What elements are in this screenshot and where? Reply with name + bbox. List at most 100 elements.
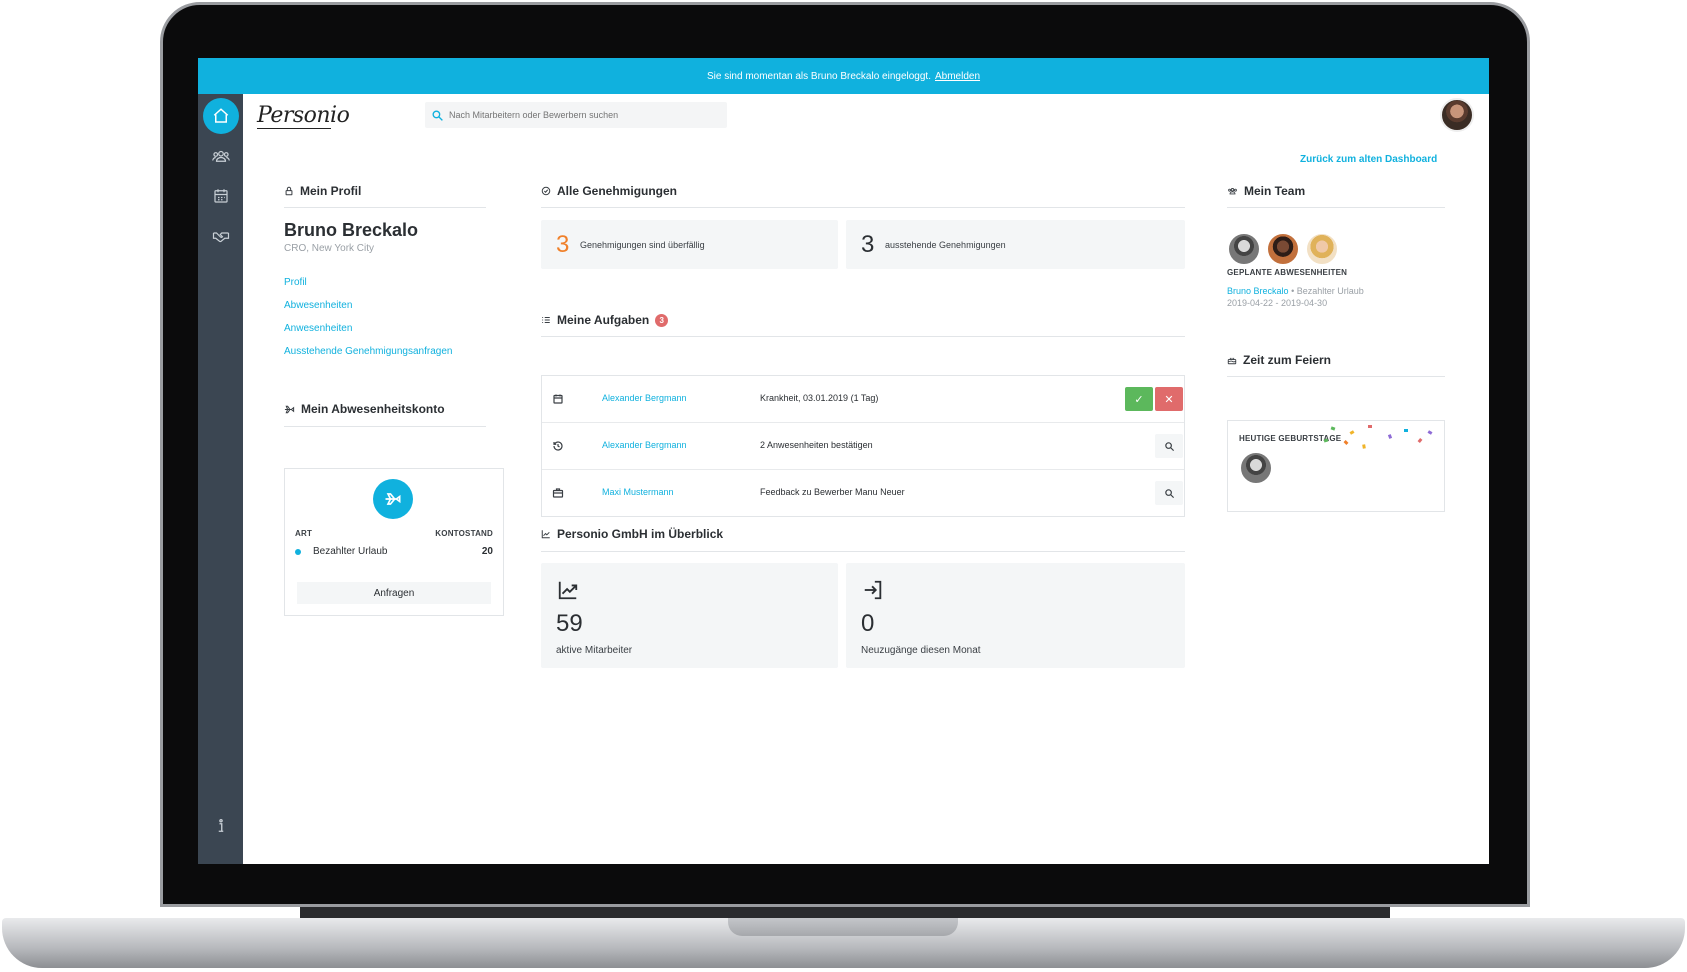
pending-count: 3 bbox=[861, 231, 875, 258]
birthday-person-avatar[interactable] bbox=[1239, 451, 1273, 485]
absence-type-dot bbox=[295, 549, 301, 555]
confetti bbox=[1387, 434, 1393, 439]
back-to-old-dashboard-link[interactable]: Zurück zum alten Dashboard bbox=[1300, 154, 1437, 165]
overdue-count: 3 bbox=[556, 231, 570, 258]
side-navigation bbox=[198, 94, 243, 864]
column-balance: KONTOSTAND bbox=[435, 529, 493, 538]
calendar-icon bbox=[553, 394, 563, 404]
task-person-link[interactable]: Alexander Bergmann bbox=[602, 440, 687, 450]
divider bbox=[1227, 376, 1445, 377]
profile-name: Bruno Breckalo bbox=[284, 220, 419, 240]
profile-link[interactable]: Profil bbox=[284, 277, 307, 288]
divider bbox=[541, 551, 1185, 552]
search-icon bbox=[1164, 488, 1174, 498]
team-member-avatar[interactable] bbox=[1305, 232, 1339, 266]
plane-icon bbox=[385, 493, 401, 505]
confetti bbox=[1343, 440, 1349, 445]
search-bar[interactable] bbox=[425, 102, 727, 128]
overview-title: Personio GmbH im Überblick bbox=[557, 527, 724, 541]
check-icon: ✓ bbox=[1134, 393, 1144, 406]
absence-type-label: Bezahlter Urlaub bbox=[313, 546, 388, 557]
topbar: Personio bbox=[243, 94, 1489, 140]
divider bbox=[541, 207, 1185, 208]
column-type: ART bbox=[295, 529, 313, 538]
absence-dates: 2019-04-22 - 2019-04-30 bbox=[1227, 298, 1328, 308]
active-employees-count: 59 bbox=[556, 610, 583, 637]
tasks-section-title: Meine Aufgaben 3 bbox=[541, 313, 669, 327]
absence-person-link[interactable]: Bruno Breckalo bbox=[1227, 286, 1289, 296]
user-avatar[interactable] bbox=[1440, 98, 1474, 132]
approve-button[interactable]: ✓ bbox=[1125, 387, 1153, 411]
info-icon bbox=[218, 818, 224, 832]
task-row[interactable]: Alexander Bergmann Krankheit, 03.01.2019… bbox=[542, 376, 1184, 423]
banner-text: Sie sind momentan als Bruno Breckalo ein… bbox=[706, 70, 931, 82]
team-icon bbox=[1228, 188, 1237, 195]
divider bbox=[284, 207, 486, 208]
active-employees-card[interactable]: 59 aktive Mitarbeiter bbox=[541, 563, 838, 668]
nav-info[interactable] bbox=[203, 808, 239, 844]
attendances-link[interactable]: Anwesenheiten bbox=[284, 323, 352, 334]
personio-logo[interactable]: Personio bbox=[257, 103, 350, 128]
calendar-icon bbox=[214, 189, 228, 203]
pending-label: ausstehende Genehmigungen bbox=[885, 240, 1006, 250]
task-person-link[interactable]: Maxi Mustermann bbox=[602, 487, 674, 497]
new-hires-label: Neuzugänge diesen Monat bbox=[861, 645, 981, 656]
profile-role: CRO, New York City bbox=[284, 243, 375, 254]
absence-account-card: ART KONTOSTAND Bezahlter Urlaub 20 Anfra… bbox=[284, 468, 504, 616]
tasks-list: Alexander Bergmann Krankheit, 03.01.2019… bbox=[541, 375, 1185, 517]
profile-section-title: Mein Profil bbox=[284, 184, 361, 198]
nav-recruiting[interactable] bbox=[203, 218, 239, 254]
profile-title: Mein Profil bbox=[300, 184, 362, 198]
planned-absences-heading: GEPLANTE ABWESENHEITEN bbox=[1227, 268, 1348, 277]
pending-approvals-card[interactable]: 3 ausstehende Genehmigungen bbox=[846, 220, 1185, 269]
confetti bbox=[1368, 425, 1372, 428]
view-task-button[interactable] bbox=[1155, 481, 1183, 505]
confetti bbox=[1427, 430, 1433, 435]
vacation-badge bbox=[373, 479, 413, 519]
nav-calendar[interactable] bbox=[203, 178, 239, 214]
overview-section-title: Personio GmbH im Überblick bbox=[541, 527, 723, 541]
laptop-notch bbox=[728, 918, 958, 936]
pending-requests-link[interactable]: Ausstehende Genehmigungsanfragen bbox=[284, 346, 452, 357]
check-circle-icon bbox=[541, 186, 551, 196]
view-task-button[interactable] bbox=[1155, 434, 1183, 458]
absence-type: • Bezahlter Urlaub bbox=[1291, 286, 1364, 296]
celebrate-title: Zeit zum Feiern bbox=[1243, 353, 1332, 367]
team-member-avatar[interactable] bbox=[1227, 232, 1261, 266]
tasks-title: Meine Aufgaben bbox=[557, 313, 650, 327]
search-icon bbox=[432, 109, 443, 121]
nav-people[interactable] bbox=[203, 138, 239, 174]
home-icon bbox=[213, 108, 229, 123]
overdue-approvals-card[interactable]: 3 Genehmigungen sind überfällig bbox=[541, 220, 838, 269]
approvals-title: Alle Genehmigungen bbox=[557, 184, 678, 198]
account-section-title: Mein Abwesenheitskonto bbox=[284, 402, 445, 416]
absence-balance: 20 bbox=[481, 546, 493, 557]
people-icon bbox=[212, 150, 230, 162]
search-input[interactable] bbox=[449, 110, 719, 120]
briefcase-icon bbox=[552, 488, 564, 498]
list-icon bbox=[542, 317, 550, 323]
task-description: 2 Anwesenheiten bestätigen bbox=[760, 440, 873, 450]
task-row[interactable]: Alexander Bergmann 2 Anwesenheiten bestä… bbox=[542, 423, 1184, 470]
team-member-avatar[interactable] bbox=[1266, 232, 1300, 266]
divider bbox=[284, 426, 486, 427]
nav-home[interactable] bbox=[203, 98, 239, 134]
logout-link[interactable]: Abmelden bbox=[935, 71, 980, 82]
login-banner: Sie sind momentan als Bruno Breckalo ein… bbox=[198, 58, 1489, 94]
close-icon: ✕ bbox=[1164, 393, 1174, 406]
new-hires-card[interactable]: 0 Neuzugänge diesen Monat bbox=[846, 563, 1185, 668]
chart-icon bbox=[541, 530, 550, 539]
search-icon bbox=[1164, 441, 1174, 451]
trending-up-icon bbox=[558, 581, 578, 600]
task-row[interactable]: Maxi Mustermann Feedback zu Bewerber Man… bbox=[542, 470, 1184, 517]
task-person-link[interactable]: Alexander Bergmann bbox=[602, 393, 687, 403]
request-button[interactable]: Anfragen bbox=[297, 582, 491, 604]
account-title: Mein Abwesenheitskonto bbox=[301, 402, 445, 416]
confetti bbox=[1349, 430, 1355, 435]
absences-link[interactable]: Abwesenheiten bbox=[284, 300, 352, 311]
planned-absence-entry: Bruno Breckalo • Bezahlter Urlaub bbox=[1227, 286, 1364, 296]
task-description: Krankheit, 03.01.2019 (1 Tag) bbox=[760, 393, 879, 403]
reject-button[interactable]: ✕ bbox=[1155, 387, 1183, 411]
confetti bbox=[1362, 444, 1366, 449]
handshake-icon bbox=[212, 232, 230, 243]
